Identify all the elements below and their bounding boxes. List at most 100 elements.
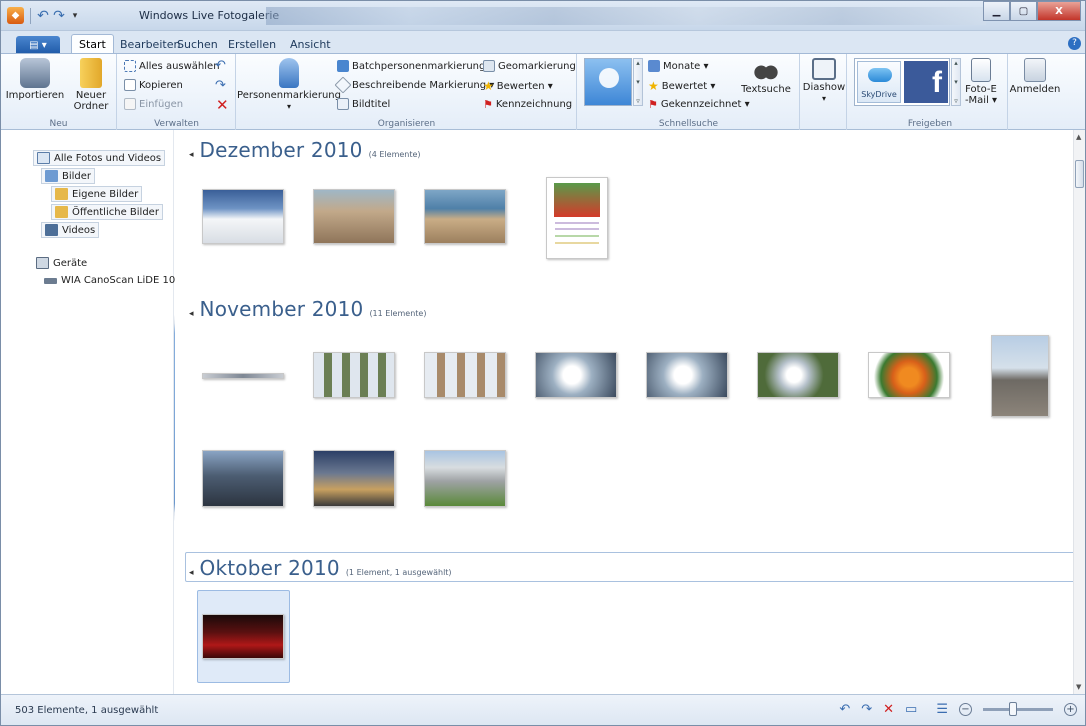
flagged-label: Gekennzeichnet ▾ xyxy=(660,99,750,110)
nav-item-scanner[interactable]: WIA CanoScan LiDE 100 xyxy=(41,274,185,287)
geotag-label: Geomarkierung xyxy=(498,60,576,72)
rate-label: Bewerten ▾ xyxy=(496,80,553,92)
screenshot-thumbnail[interactable] xyxy=(646,352,728,398)
undo-icon[interactable]: ↶ xyxy=(37,7,49,24)
delete-icon[interactable]: ✕ xyxy=(216,96,229,114)
zoom-slider[interactable] xyxy=(983,702,1053,716)
screenshot-thumbnail[interactable] xyxy=(868,352,950,398)
batch-tag-icon xyxy=(337,60,349,72)
skydrive-tile[interactable]: SkyDrive xyxy=(857,61,901,103)
photo-thumbnail[interactable] xyxy=(202,450,284,507)
slideshow-icon[interactable]: ▭ xyxy=(905,702,917,717)
batch-person-tag-button[interactable]: Batchpersonenmarkierung xyxy=(337,60,485,72)
redo-icon[interactable]: ↷ xyxy=(53,7,65,24)
app-icon[interactable]: ◆ xyxy=(7,7,24,24)
nav-item-public-pictures[interactable]: Öffentliche Bilder xyxy=(51,204,163,220)
customize-toolbar-icon[interactable]: ▾ xyxy=(69,7,81,24)
rate-button[interactable]: ★ Bewerten ▾ xyxy=(483,79,553,93)
collapse-arrow-icon[interactable]: ◂ xyxy=(189,309,194,319)
vertical-scrollbar[interactable]: ▲ ▼ xyxy=(1073,130,1085,694)
gallery-scroll[interactable]: ▴ ▾ ▿ xyxy=(633,58,643,106)
flagged-filter-button[interactable]: ⚑ Gekennzeichnet ▾ xyxy=(648,98,750,111)
geotag-button[interactable]: Geomarkierung xyxy=(483,60,576,72)
scrollbar-thumb[interactable] xyxy=(1075,160,1084,188)
months-filter-button[interactable]: Monate ▾ xyxy=(648,60,708,72)
group-organisieren: Personenmarkierung ▾ Batchpersonenmarkie… xyxy=(237,54,577,130)
paste-button[interactable]: Einfügen xyxy=(124,98,183,110)
people-filter-gallery[interactable] xyxy=(584,58,632,106)
photo-thumbnail[interactable] xyxy=(202,373,284,379)
copy-button[interactable]: Kopieren xyxy=(124,79,183,91)
nav-item-pictures[interactable]: Bilder xyxy=(41,168,96,184)
maximize-button[interactable]: ▢ xyxy=(1010,1,1037,21)
tab-ansicht[interactable]: Ansicht xyxy=(283,34,338,54)
screenshot-thumbnail[interactable] xyxy=(424,352,506,398)
photo-thumbnail[interactable] xyxy=(991,335,1049,417)
email-photo-icon xyxy=(971,58,991,82)
tab-start[interactable]: Start xyxy=(71,34,114,54)
zoom-slider-handle[interactable] xyxy=(1009,702,1017,716)
photo-thumbnail[interactable] xyxy=(424,189,506,244)
minimize-button[interactable]: ▁ xyxy=(983,1,1010,21)
group-header-october[interactable]: ◂ Oktober 2010 (1 Element, 1 ausgewählt) xyxy=(189,556,452,580)
document-thumbnail[interactable] xyxy=(546,177,608,259)
nav-item-videos[interactable]: Videos xyxy=(41,222,100,238)
zoom-in-button[interactable]: + xyxy=(1064,703,1077,716)
folder-icon xyxy=(55,206,68,218)
tab-suchen[interactable]: Suchen xyxy=(170,34,225,54)
photo-thumbnail[interactable] xyxy=(313,189,395,244)
person-icon xyxy=(279,58,299,88)
rotate-right-icon[interactable]: ↷ xyxy=(861,702,872,717)
screenshot-thumbnail[interactable] xyxy=(535,352,617,398)
facebook-icon[interactable]: f xyxy=(904,61,948,103)
photo-browser: ◂ Dezember 2010 (4 Elemente) ◂ November … xyxy=(175,130,1075,694)
nav-label: Videos xyxy=(62,224,96,236)
nav-item-all-photos[interactable]: Alle Fotos und Videos xyxy=(33,150,166,166)
close-button[interactable]: X xyxy=(1037,1,1081,21)
scroll-down-icon[interactable]: ▼ xyxy=(1076,683,1081,691)
person-tag-button[interactable]: Personenmarkierung ▾ xyxy=(237,58,341,112)
details-view-icon[interactable]: ☰ xyxy=(936,702,948,717)
zoom-out-button[interactable]: − xyxy=(959,703,972,716)
binoculars-icon xyxy=(754,58,778,82)
person-tag-label: Personenmarkierung xyxy=(237,90,341,101)
flag-button[interactable]: ⚑ Kennzeichnung xyxy=(483,98,572,111)
select-all-button[interactable]: Alles auswählen xyxy=(124,60,220,72)
sign-in-button[interactable]: Anmelden xyxy=(1010,58,1060,95)
photo-thumbnail[interactable] xyxy=(424,450,506,507)
rotate-left-icon[interactable]: ↶ xyxy=(839,702,850,717)
photo-thumbnail[interactable] xyxy=(313,450,395,507)
scroll-up-icon[interactable]: ▲ xyxy=(1076,133,1081,141)
screenshot-thumbnail[interactable] xyxy=(313,352,395,398)
caption-button[interactable]: Bildtitel xyxy=(337,98,390,110)
group-header-november[interactable]: ◂ November 2010 (11 Elemente) xyxy=(189,297,426,321)
rated-filter-button[interactable]: ★ Bewertet ▾ xyxy=(648,79,715,93)
group-neu: Importieren Neuer Ordner Neu xyxy=(1,54,117,130)
collapse-arrow-icon[interactable]: ◂ xyxy=(189,568,194,578)
photo-thumbnail[interactable] xyxy=(202,189,284,244)
status-bar: 503 Elemente, 1 ausgewählt ↶ ↷ ✕ ▭ ☰ − + xyxy=(1,694,1085,725)
collapse-arrow-icon[interactable]: ◂ xyxy=(189,150,194,160)
help-icon[interactable]: ? xyxy=(1068,37,1081,50)
photo-email-button[interactable]: Foto-E -Mail ▾ xyxy=(962,58,1000,106)
share-gallery-scroll[interactable]: ▴ ▾ ▿ xyxy=(951,58,961,106)
new-folder-button[interactable]: Neuer Ordner xyxy=(71,58,111,112)
descriptive-tag-button[interactable]: Beschreibende Markierung ▾ xyxy=(334,76,494,94)
delete-icon[interactable]: ✕ xyxy=(883,702,894,717)
slideshow-button[interactable]: Diashow ▾ xyxy=(803,58,845,104)
tab-erstellen[interactable]: Erstellen xyxy=(221,34,283,54)
months-label: Monate ▾ xyxy=(663,60,709,72)
file-menu-button[interactable]: ▤ ▾ xyxy=(16,36,60,54)
star-icon: ★ xyxy=(483,79,494,93)
nav-item-my-pictures[interactable]: Eigene Bilder xyxy=(51,186,143,202)
nav-item-devices[interactable]: Geräte xyxy=(33,256,90,270)
rotate-left-icon[interactable]: ↶ xyxy=(215,58,226,73)
nav-label: Alle Fotos und Videos xyxy=(54,152,162,164)
share-gallery[interactable]: SkyDrive f xyxy=(854,58,950,106)
rotate-right-icon[interactable]: ↷ xyxy=(215,78,226,93)
text-search-button[interactable]: Textsuche xyxy=(741,58,791,95)
import-button[interactable]: Importieren xyxy=(5,58,65,101)
photo-thumbnail-selected[interactable] xyxy=(202,614,284,659)
screenshot-thumbnail[interactable] xyxy=(757,352,839,398)
group-header-december[interactable]: ◂ Dezember 2010 (4 Elemente) xyxy=(189,138,421,162)
